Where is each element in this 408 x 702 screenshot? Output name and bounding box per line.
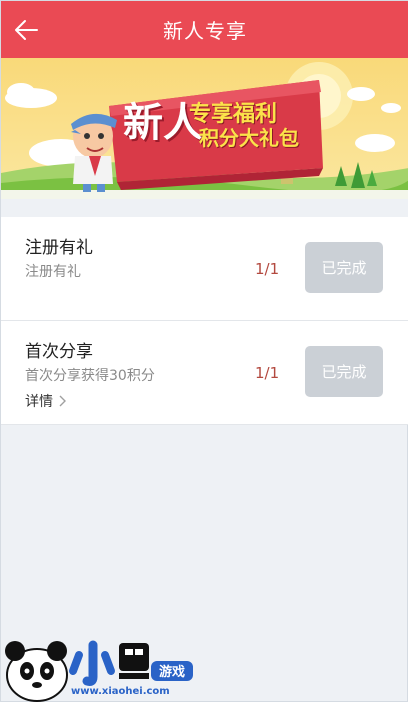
task-progress: 1/1	[255, 364, 280, 382]
arrow-left-icon	[15, 20, 38, 40]
completed-button[interactable]: 已完成	[305, 242, 383, 293]
banner-subtitle-2: 积分大礼包	[199, 126, 299, 150]
task-list: 注册有礼 注册有礼 1/1 已完成 首次分享 首次分享获得30积分 1/1 已完…	[1, 217, 408, 425]
back-button[interactable]	[9, 13, 43, 47]
completed-button[interactable]: 已完成	[305, 346, 383, 397]
section-gap	[1, 199, 408, 217]
promo-banner: 新人 专享福利 积分大礼包	[1, 58, 408, 199]
task-desc: 首次分享获得30积分	[25, 368, 155, 384]
watermark-logo: 游戏 www.xiaohei.com	[1, 631, 211, 702]
task-progress: 1/1	[255, 260, 280, 278]
task-name: 注册有礼	[25, 238, 93, 258]
task-desc: 注册有礼	[25, 264, 81, 280]
task-item-share: 首次分享 首次分享获得30积分 1/1 已完成 详情	[1, 321, 408, 425]
page-title: 新人专享	[163, 19, 247, 43]
svg-text:游戏: 游戏	[159, 664, 185, 680]
chevron-right-icon	[59, 395, 66, 407]
detail-label: 详情	[25, 394, 53, 410]
top-bar: 新人专享	[1, 1, 408, 58]
watermark-url: www.xiaohei.com	[71, 686, 170, 697]
detail-link[interactable]: 详情	[25, 391, 67, 411]
task-item-register: 注册有礼 注册有礼 1/1 已完成	[1, 217, 408, 321]
task-name: 首次分享	[25, 342, 93, 362]
